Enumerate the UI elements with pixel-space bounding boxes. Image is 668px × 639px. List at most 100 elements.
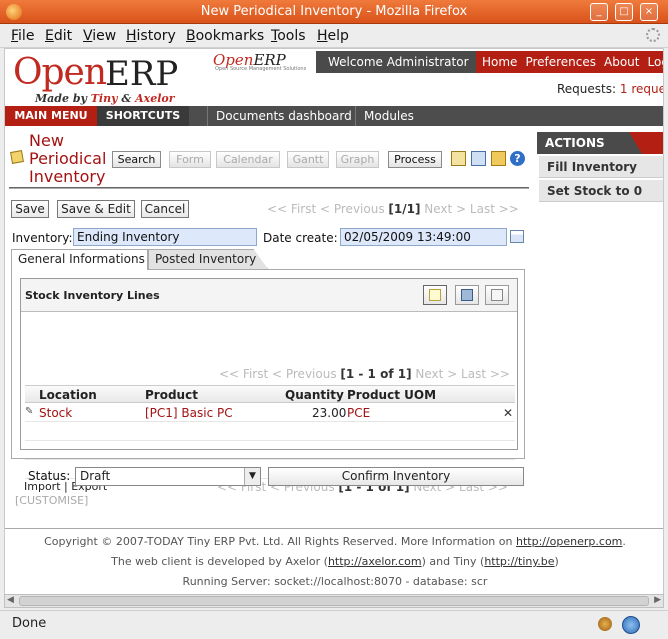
small-logo-subtitle: Open Source Management Solutions (215, 66, 307, 72)
table-row[interactable]: ✎ Stock [PC1] Basic PC 23.00 PCE ✕ (25, 403, 515, 422)
scroll-right-icon[interactable]: ▶ (654, 595, 661, 605)
nav-home[interactable]: Home (482, 55, 517, 69)
axelor-link[interactable]: http://axelor.com (328, 555, 422, 568)
openerp-link[interactable]: http://openerp.com (516, 535, 622, 548)
maximize-button[interactable]: □ (615, 3, 633, 21)
record-pager[interactable]: << First < Previous [1/1] Next > Last >> (267, 202, 519, 216)
row-location[interactable]: Stock (39, 406, 72, 420)
edit-line-icon (491, 289, 503, 301)
lines-pager-current: [1 - 1 of 1] (340, 367, 412, 381)
lines-title: Stock Inventory Lines (25, 289, 160, 302)
logo-tagline: Made by Tiny & Axelor (35, 92, 175, 105)
close-button[interactable]: × (640, 3, 658, 21)
lines-pager-top[interactable]: << First < Previous [1 - 1 of 1] Next > … (219, 367, 510, 381)
menu-edit[interactable]: Edit (45, 28, 72, 44)
small-logo: OpenERP Open Source Management Solutions (213, 51, 323, 73)
help-icon[interactable]: ? (510, 151, 525, 166)
menu-bookmarks[interactable]: Bookmarks (186, 28, 264, 44)
calendar-view-button[interactable]: Calendar (216, 151, 280, 168)
graph-view-button[interactable]: Graph (336, 151, 379, 168)
table-row-empty (25, 422, 515, 441)
save-edit-button[interactable]: Save & Edit (57, 200, 135, 218)
nav-preferences[interactable]: Preferences (525, 55, 596, 69)
row-uom[interactable]: PCE (347, 406, 370, 420)
menu-help[interactable]: Help (317, 28, 349, 44)
page-footer: Copyright © 2007-TODAY Tiny ERP Pvt. Ltd… (5, 528, 663, 594)
documents-dashboard-link[interactable]: Documents dashboard (207, 106, 360, 126)
menu-tools[interactable]: Tools (271, 28, 306, 44)
save-button[interactable]: Save (11, 200, 49, 218)
logo-open-text: Open (13, 52, 107, 93)
save-line-button[interactable] (455, 285, 479, 305)
table-row-empty (25, 441, 515, 460)
col-product[interactable]: Product (145, 388, 198, 402)
footer-copyright-end: . (622, 535, 626, 548)
calendar-icon[interactable] (510, 230, 524, 243)
search-view-button[interactable]: Search (112, 151, 161, 168)
print-icon[interactable] (451, 151, 466, 166)
window-title: New Periodical Inventory - Mozilla Firef… (200, 4, 468, 19)
new-line-button[interactable] (423, 285, 447, 305)
action-fill-inventory[interactable]: Fill Inventory (539, 156, 663, 178)
pager-next[interactable]: Next > Last >> (420, 202, 519, 216)
status-select[interactable]: Draft ▼ (75, 467, 261, 486)
inventory-label: Inventory: (12, 231, 73, 245)
requests-indicator: Requests: 1 reque (557, 82, 663, 96)
footer-server: Running Server: socket://localhost:8070 … (182, 575, 488, 588)
edit-icon (10, 150, 24, 164)
world-icon[interactable] (622, 616, 640, 634)
requests-link[interactable]: 1 reque (620, 82, 663, 96)
modules-link[interactable]: Modules (355, 106, 422, 126)
main-navigation-bar: MAIN MENU SHORTCUTS Documents dashboard … (5, 106, 663, 126)
horizontal-scrollbar[interactable]: ◀ ▶ (4, 594, 664, 608)
top-nav: Home Preferences About Logout (476, 51, 664, 73)
menu-history[interactable]: History (126, 28, 176, 44)
tab-general-informations[interactable]: General Informations (11, 249, 148, 270)
welcome-text: Welcome Administrator (316, 51, 476, 73)
lines-header: Stock Inventory Lines (21, 279, 517, 312)
inventory-field[interactable]: Ending Inventory (73, 228, 257, 246)
nav-about[interactable]: About (604, 55, 639, 69)
scroll-thumb[interactable] (19, 596, 649, 606)
process-view-button[interactable]: Process (388, 151, 442, 168)
scroll-left-icon[interactable]: ◀ (7, 595, 14, 605)
lines-column-headers: Location Product Quantity Product UOM (25, 385, 515, 403)
tab-posted-inventory[interactable]: Posted Inventory (148, 249, 268, 269)
main-menu-button[interactable]: MAIN MENU (5, 106, 97, 126)
lines-pager-prev[interactable]: << First < Previous (219, 367, 340, 381)
nav-logout[interactable]: Logout (648, 55, 664, 69)
edit-line-button[interactable] (485, 285, 509, 305)
customise-link[interactable]: [CUSTOMISE] (15, 494, 88, 507)
status-label: Status: (28, 469, 71, 483)
action-set-stock-zero[interactable]: Set Stock to 0 (539, 180, 663, 202)
date-create-label: Date create: (263, 231, 338, 245)
translate-icon[interactable] (491, 151, 506, 166)
col-product-uom[interactable]: Product UOM (347, 388, 436, 402)
menu-view[interactable]: View (83, 28, 116, 44)
row-edit-icon[interactable]: ✎ (25, 406, 33, 417)
col-quantity[interactable]: Quantity (285, 388, 344, 402)
tiny-link[interactable]: http://tiny.be (484, 555, 554, 568)
form-view-button[interactable]: Form (169, 151, 211, 168)
pager-prev[interactable]: << First < Previous (267, 202, 388, 216)
minimize-button[interactable]: _ (590, 3, 608, 21)
browser-window: New Periodical Inventory - Mozilla Firef… (0, 0, 668, 639)
lines-pager-next[interactable]: Next > Last >> (412, 367, 510, 381)
openerp-logo[interactable]: Open ERP Made by Tiny & Axelor (13, 52, 193, 105)
date-create-field[interactable]: 02/05/2009 13:49:00 (340, 228, 507, 246)
divider (9, 187, 529, 189)
menu-file[interactable]: File (11, 28, 34, 44)
footer-developers: The web client is developed by Axelor (h… (5, 555, 663, 568)
gantt-view-button[interactable]: Gantt (287, 151, 329, 168)
shortcuts-button[interactable]: SHORTCUTS (97, 106, 189, 126)
attachment-icon[interactable] (471, 151, 486, 166)
throbber-icon (646, 28, 660, 42)
row-product[interactable]: [PC1] Basic PC (145, 406, 233, 420)
cancel-button[interactable]: Cancel (141, 200, 189, 218)
bug-icon[interactable] (598, 617, 612, 631)
col-location[interactable]: Location (39, 388, 97, 402)
page-content: Open ERP Made by Tiny & Axelor OpenERP O… (4, 48, 664, 597)
footer-developers-text: The web client is developed by Axelor ( (111, 555, 328, 568)
delete-icon[interactable]: ✕ (503, 406, 513, 420)
confirm-inventory-button[interactable]: Confirm Inventory (268, 467, 524, 486)
